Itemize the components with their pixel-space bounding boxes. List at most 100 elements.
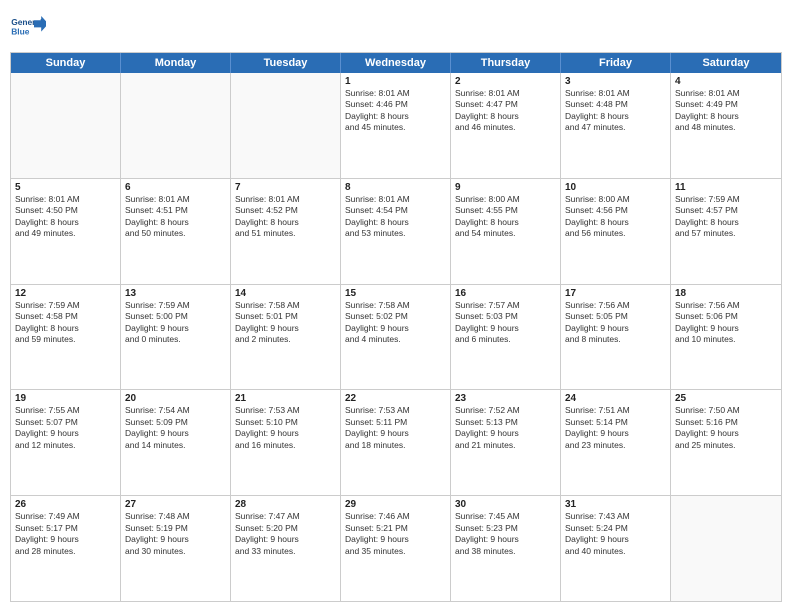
day-content: Sunrise: 7:58 AM Sunset: 5:01 PM Dayligh… <box>235 300 336 346</box>
header-day-monday: Monday <box>121 53 231 73</box>
day-content: Sunrise: 7:48 AM Sunset: 5:19 PM Dayligh… <box>125 511 226 557</box>
day-content: Sunrise: 8:01 AM Sunset: 4:46 PM Dayligh… <box>345 88 446 134</box>
calendar-day-3: 3Sunrise: 8:01 AM Sunset: 4:48 PM Daylig… <box>561 73 671 178</box>
day-content: Sunrise: 7:59 AM Sunset: 5:00 PM Dayligh… <box>125 300 226 346</box>
day-content: Sunrise: 7:59 AM Sunset: 4:57 PM Dayligh… <box>675 194 777 240</box>
svg-text:Blue: Blue <box>11 27 30 37</box>
calendar: SundayMondayTuesdayWednesdayThursdayFrid… <box>10 52 782 602</box>
header-day-saturday: Saturday <box>671 53 781 73</box>
calendar-empty-0-1 <box>121 73 231 178</box>
day-content: Sunrise: 7:55 AM Sunset: 5:07 PM Dayligh… <box>15 405 116 451</box>
day-number: 7 <box>235 182 336 193</box>
calendar-day-30: 30Sunrise: 7:45 AM Sunset: 5:23 PM Dayli… <box>451 496 561 601</box>
day-content: Sunrise: 8:01 AM Sunset: 4:50 PM Dayligh… <box>15 194 116 240</box>
day-number: 26 <box>15 499 116 510</box>
day-number: 8 <box>345 182 446 193</box>
day-number: 13 <box>125 288 226 299</box>
calendar-day-22: 22Sunrise: 7:53 AM Sunset: 5:11 PM Dayli… <box>341 390 451 495</box>
calendar-day-16: 16Sunrise: 7:57 AM Sunset: 5:03 PM Dayli… <box>451 285 561 390</box>
day-number: 2 <box>455 76 556 87</box>
logo: General Blue <box>10 10 46 46</box>
calendar-day-28: 28Sunrise: 7:47 AM Sunset: 5:20 PM Dayli… <box>231 496 341 601</box>
day-content: Sunrise: 7:58 AM Sunset: 5:02 PM Dayligh… <box>345 300 446 346</box>
day-number: 18 <box>675 288 777 299</box>
calendar-day-14: 14Sunrise: 7:58 AM Sunset: 5:01 PM Dayli… <box>231 285 341 390</box>
day-number: 19 <box>15 393 116 404</box>
calendar-empty-4-6 <box>671 496 781 601</box>
header: General Blue <box>10 10 782 46</box>
day-number: 4 <box>675 76 777 87</box>
day-number: 24 <box>565 393 666 404</box>
day-content: Sunrise: 7:43 AM Sunset: 5:24 PM Dayligh… <box>565 511 666 557</box>
day-content: Sunrise: 8:00 AM Sunset: 4:56 PM Dayligh… <box>565 194 666 240</box>
day-number: 20 <box>125 393 226 404</box>
calendar-day-8: 8Sunrise: 8:01 AM Sunset: 4:54 PM Daylig… <box>341 179 451 284</box>
calendar-day-13: 13Sunrise: 7:59 AM Sunset: 5:00 PM Dayli… <box>121 285 231 390</box>
calendar-week-2: 5Sunrise: 8:01 AM Sunset: 4:50 PM Daylig… <box>11 179 781 285</box>
calendar-day-23: 23Sunrise: 7:52 AM Sunset: 5:13 PM Dayli… <box>451 390 561 495</box>
day-content: Sunrise: 7:51 AM Sunset: 5:14 PM Dayligh… <box>565 405 666 451</box>
day-content: Sunrise: 7:56 AM Sunset: 5:05 PM Dayligh… <box>565 300 666 346</box>
day-number: 1 <box>345 76 446 87</box>
calendar-day-4: 4Sunrise: 8:01 AM Sunset: 4:49 PM Daylig… <box>671 73 781 178</box>
day-content: Sunrise: 8:01 AM Sunset: 4:48 PM Dayligh… <box>565 88 666 134</box>
day-content: Sunrise: 7:57 AM Sunset: 5:03 PM Dayligh… <box>455 300 556 346</box>
calendar-day-7: 7Sunrise: 8:01 AM Sunset: 4:52 PM Daylig… <box>231 179 341 284</box>
day-number: 12 <box>15 288 116 299</box>
day-number: 23 <box>455 393 556 404</box>
calendar-day-18: 18Sunrise: 7:56 AM Sunset: 5:06 PM Dayli… <box>671 285 781 390</box>
day-number: 5 <box>15 182 116 193</box>
calendar-day-10: 10Sunrise: 8:00 AM Sunset: 4:56 PM Dayli… <box>561 179 671 284</box>
calendar-day-20: 20Sunrise: 7:54 AM Sunset: 5:09 PM Dayli… <box>121 390 231 495</box>
calendar-week-1: 1Sunrise: 8:01 AM Sunset: 4:46 PM Daylig… <box>11 73 781 179</box>
logo-svg: General Blue <box>10 10 46 46</box>
day-number: 15 <box>345 288 446 299</box>
day-number: 25 <box>675 393 777 404</box>
day-content: Sunrise: 7:52 AM Sunset: 5:13 PM Dayligh… <box>455 405 556 451</box>
calendar-day-24: 24Sunrise: 7:51 AM Sunset: 5:14 PM Dayli… <box>561 390 671 495</box>
calendar-day-25: 25Sunrise: 7:50 AM Sunset: 5:16 PM Dayli… <box>671 390 781 495</box>
calendar-day-6: 6Sunrise: 8:01 AM Sunset: 4:51 PM Daylig… <box>121 179 231 284</box>
day-content: Sunrise: 8:01 AM Sunset: 4:52 PM Dayligh… <box>235 194 336 240</box>
calendar-day-17: 17Sunrise: 7:56 AM Sunset: 5:05 PM Dayli… <box>561 285 671 390</box>
day-number: 16 <box>455 288 556 299</box>
day-content: Sunrise: 8:01 AM Sunset: 4:51 PM Dayligh… <box>125 194 226 240</box>
calendar-day-26: 26Sunrise: 7:49 AM Sunset: 5:17 PM Dayli… <box>11 496 121 601</box>
day-content: Sunrise: 7:45 AM Sunset: 5:23 PM Dayligh… <box>455 511 556 557</box>
header-day-sunday: Sunday <box>11 53 121 73</box>
calendar-week-4: 19Sunrise: 7:55 AM Sunset: 5:07 PM Dayli… <box>11 390 781 496</box>
day-content: Sunrise: 7:46 AM Sunset: 5:21 PM Dayligh… <box>345 511 446 557</box>
day-content: Sunrise: 7:50 AM Sunset: 5:16 PM Dayligh… <box>675 405 777 451</box>
day-number: 17 <box>565 288 666 299</box>
calendar-day-12: 12Sunrise: 7:59 AM Sunset: 4:58 PM Dayli… <box>11 285 121 390</box>
day-number: 28 <box>235 499 336 510</box>
calendar-empty-0-2 <box>231 73 341 178</box>
day-content: Sunrise: 7:56 AM Sunset: 5:06 PM Dayligh… <box>675 300 777 346</box>
calendar-day-11: 11Sunrise: 7:59 AM Sunset: 4:57 PM Dayli… <box>671 179 781 284</box>
calendar-day-1: 1Sunrise: 8:01 AM Sunset: 4:46 PM Daylig… <box>341 73 451 178</box>
day-number: 22 <box>345 393 446 404</box>
header-day-friday: Friday <box>561 53 671 73</box>
day-number: 31 <box>565 499 666 510</box>
day-number: 11 <box>675 182 777 193</box>
calendar-day-5: 5Sunrise: 8:01 AM Sunset: 4:50 PM Daylig… <box>11 179 121 284</box>
day-content: Sunrise: 8:01 AM Sunset: 4:49 PM Dayligh… <box>675 88 777 134</box>
calendar-day-27: 27Sunrise: 7:48 AM Sunset: 5:19 PM Dayli… <box>121 496 231 601</box>
day-content: Sunrise: 7:49 AM Sunset: 5:17 PM Dayligh… <box>15 511 116 557</box>
calendar-empty-0-0 <box>11 73 121 178</box>
day-content: Sunrise: 7:59 AM Sunset: 4:58 PM Dayligh… <box>15 300 116 346</box>
day-number: 3 <box>565 76 666 87</box>
calendar-day-21: 21Sunrise: 7:53 AM Sunset: 5:10 PM Dayli… <box>231 390 341 495</box>
header-day-tuesday: Tuesday <box>231 53 341 73</box>
calendar-day-29: 29Sunrise: 7:46 AM Sunset: 5:21 PM Dayli… <box>341 496 451 601</box>
calendar-day-9: 9Sunrise: 8:00 AM Sunset: 4:55 PM Daylig… <box>451 179 561 284</box>
calendar-week-5: 26Sunrise: 7:49 AM Sunset: 5:17 PM Dayli… <box>11 496 781 601</box>
day-content: Sunrise: 8:00 AM Sunset: 4:55 PM Dayligh… <box>455 194 556 240</box>
calendar-day-31: 31Sunrise: 7:43 AM Sunset: 5:24 PM Dayli… <box>561 496 671 601</box>
day-content: Sunrise: 7:53 AM Sunset: 5:11 PM Dayligh… <box>345 405 446 451</box>
calendar-body: 1Sunrise: 8:01 AM Sunset: 4:46 PM Daylig… <box>11 73 781 601</box>
calendar-day-2: 2Sunrise: 8:01 AM Sunset: 4:47 PM Daylig… <box>451 73 561 178</box>
day-number: 10 <box>565 182 666 193</box>
day-number: 9 <box>455 182 556 193</box>
day-content: Sunrise: 8:01 AM Sunset: 4:47 PM Dayligh… <box>455 88 556 134</box>
